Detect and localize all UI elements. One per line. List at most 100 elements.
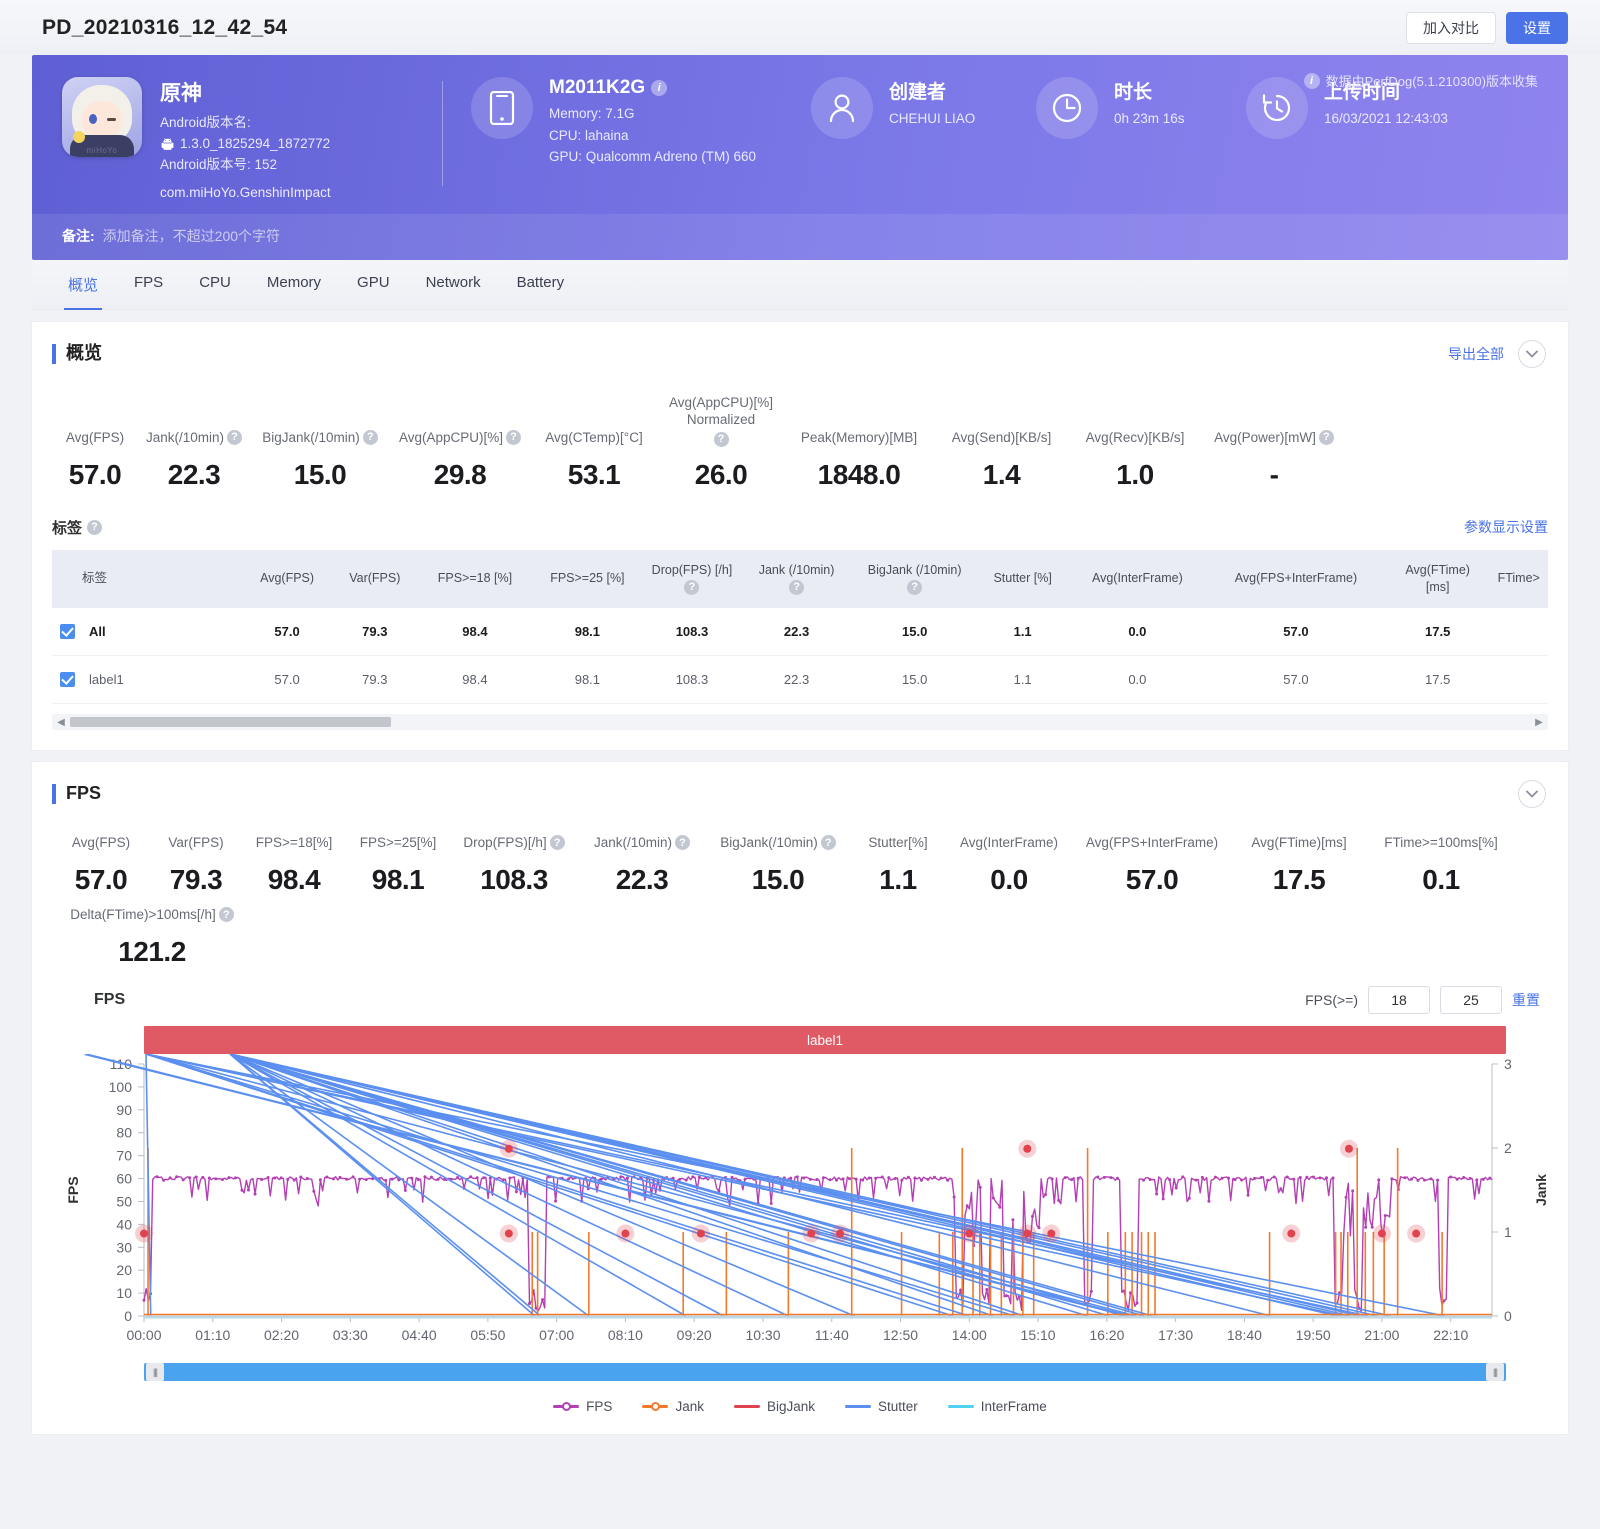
note-row[interactable]: 备注: 添加备注，不超过200个字符 bbox=[32, 214, 1568, 260]
help-icon[interactable]: ? bbox=[714, 432, 729, 447]
param-display-settings-link[interactable]: 参数显示设置 bbox=[1464, 517, 1548, 537]
help-icon[interactable]: ? bbox=[907, 580, 922, 595]
add-to-compare-button[interactable]: 加入对比 bbox=[1406, 12, 1496, 44]
column-header-label: FPS>=25 [%] bbox=[550, 571, 624, 585]
help-icon[interactable]: ? bbox=[675, 835, 690, 850]
tab-CPU[interactable]: CPU bbox=[181, 274, 249, 309]
help-icon[interactable]: ? bbox=[363, 430, 378, 445]
legend-item-interframe[interactable]: InterFrame bbox=[948, 1399, 1047, 1414]
metric-avg-send-kb-s-: Avg(Send)[KB/s]1.4 bbox=[934, 429, 1069, 491]
column-header[interactable]: Jank (/10min)? bbox=[740, 550, 852, 608]
note-placeholder[interactable]: 添加备注，不超过200个字符 bbox=[103, 226, 280, 246]
legend-item-stutter[interactable]: Stutter bbox=[845, 1399, 918, 1414]
scrollbar-thumb[interactable] bbox=[70, 717, 391, 727]
column-header[interactable]: Stutter [%] bbox=[977, 550, 1069, 608]
chart-label-band[interactable]: label1 bbox=[144, 1026, 1506, 1054]
table-row[interactable]: label157.079.398.498.1108.322.315.01.10.… bbox=[52, 656, 1548, 704]
help-icon[interactable]: ? bbox=[821, 835, 836, 850]
settings-button[interactable]: 设置 bbox=[1506, 12, 1568, 44]
svg-text:21:00: 21:00 bbox=[1364, 1327, 1399, 1343]
collapse-fps-button[interactable] bbox=[1518, 780, 1546, 808]
help-icon[interactable]: ? bbox=[219, 907, 234, 922]
svg-text:05:50: 05:50 bbox=[470, 1327, 505, 1343]
labels-table-wrap: 标签Avg(FPS)Var(FPS)FPS>=18 [%] FPS>=25 [%]… bbox=[32, 538, 1568, 704]
upload-value: 16/03/2021 12:43:03 bbox=[1324, 108, 1448, 130]
tab-Memory[interactable]: Memory bbox=[249, 274, 339, 309]
column-header[interactable]: FPS>=25 [%] bbox=[531, 550, 643, 608]
help-icon[interactable]: ? bbox=[1319, 430, 1334, 445]
tab-FPS[interactable]: FPS bbox=[116, 274, 181, 309]
help-icon[interactable]: ? bbox=[684, 580, 699, 595]
svg-text:03:30: 03:30 bbox=[333, 1327, 368, 1343]
scroll-left-icon[interactable]: ◀ bbox=[52, 717, 70, 728]
svg-text:40: 40 bbox=[116, 1216, 132, 1232]
export-all-link[interactable]: 导出全部 bbox=[1448, 344, 1504, 364]
legend-item-fps[interactable]: FPS bbox=[553, 1399, 612, 1414]
chart-range-slider[interactable]: ||| ||| bbox=[144, 1363, 1506, 1381]
column-header[interactable]: Drop(FPS) [/h]? bbox=[644, 550, 741, 608]
column-header[interactable]: FTime> bbox=[1489, 550, 1548, 608]
tab-GPU[interactable]: GPU bbox=[339, 274, 408, 309]
collapse-overview-button[interactable] bbox=[1518, 340, 1546, 368]
svg-text:10: 10 bbox=[116, 1285, 132, 1301]
svg-text:12:50: 12:50 bbox=[883, 1327, 918, 1343]
column-header[interactable]: Avg(FPS+InterFrame) bbox=[1206, 550, 1386, 608]
metric-value: 79.3 bbox=[156, 864, 236, 896]
fps-threshold-low-input[interactable] bbox=[1368, 986, 1430, 1014]
metric-label: Avg(InterFrame) bbox=[960, 834, 1058, 852]
metric-value: 57.0 bbox=[58, 864, 144, 896]
table-cell: 17.5 bbox=[1386, 608, 1489, 656]
android-version-code: Android版本号: 152 bbox=[160, 155, 331, 176]
fps-threshold-high-input[interactable] bbox=[1440, 986, 1502, 1014]
help-icon[interactable]: ? bbox=[789, 580, 804, 595]
help-icon[interactable]: ? bbox=[550, 835, 565, 850]
column-header[interactable]: 标签 bbox=[52, 550, 243, 608]
duration-block: 时长 0h 23m 16s bbox=[1036, 77, 1246, 139]
table-row[interactable]: All57.079.398.498.1108.322.315.01.10.057… bbox=[52, 608, 1548, 656]
metric-label: Avg(CTemp)[°C] bbox=[545, 429, 642, 447]
range-slider-left-handle[interactable]: ||| bbox=[146, 1363, 164, 1381]
legend-item-jank[interactable]: Jank bbox=[642, 1399, 704, 1414]
creator-block: 创建者 CHEHUI LIAO bbox=[811, 77, 1036, 139]
metric-jank-10min-: Jank(/10min)?22.3 bbox=[138, 429, 250, 491]
help-icon[interactable]: ? bbox=[227, 430, 242, 445]
column-header-label: FTime> bbox=[1498, 571, 1540, 585]
legend-label: BigJank bbox=[767, 1399, 815, 1414]
row-checkbox[interactable] bbox=[60, 624, 75, 639]
table-cell: 98.4 bbox=[419, 656, 531, 704]
table-cell: 57.0 bbox=[1206, 656, 1386, 704]
tab-概览[interactable]: 概览 bbox=[50, 274, 116, 309]
row-checkbox[interactable] bbox=[60, 672, 75, 687]
legend-item-bigjank[interactable]: BigJank bbox=[734, 1399, 815, 1414]
tab-Battery[interactable]: Battery bbox=[499, 274, 583, 309]
column-header[interactable]: Avg(InterFrame) bbox=[1069, 550, 1206, 608]
fps-chart[interactable]: 01020304050607080901001100123FPSJank00:0… bbox=[32, 1054, 1568, 1359]
column-header[interactable]: FPS>=18 [%] bbox=[419, 550, 531, 608]
metric-value: 57.0 bbox=[58, 459, 132, 491]
column-header[interactable]: BigJank (/10min)? bbox=[853, 550, 977, 608]
android-version-name: 1.3.0_1825294_1872772 bbox=[180, 134, 330, 155]
fps-chart-svg[interactable]: 01020304050607080901001100123FPSJank00:0… bbox=[52, 1054, 1588, 1354]
svg-text:10:30: 10:30 bbox=[745, 1327, 780, 1343]
device-info-icon[interactable]: i bbox=[651, 80, 667, 96]
labels-table-scrollbar[interactable]: ◀ ▶ bbox=[52, 714, 1548, 730]
help-icon[interactable]: ? bbox=[506, 430, 521, 445]
main-tabs: 概览FPSCPUMemoryGPUNetworkBattery bbox=[32, 260, 1568, 310]
column-header[interactable]: Avg(FTime) [ms] bbox=[1386, 550, 1489, 608]
scroll-right-icon[interactable]: ▶ bbox=[1530, 717, 1548, 728]
help-icon[interactable]: ? bbox=[87, 520, 102, 535]
column-header[interactable]: Var(FPS) bbox=[331, 550, 419, 608]
svg-text:00:00: 00:00 bbox=[126, 1327, 161, 1343]
tab-Network[interactable]: Network bbox=[408, 274, 499, 309]
legend-swatch bbox=[845, 1405, 871, 1408]
table-cell: 57.0 bbox=[243, 656, 331, 704]
hero-divider bbox=[442, 81, 443, 186]
column-header[interactable]: Avg(FPS) bbox=[243, 550, 331, 608]
reset-link[interactable]: 重置 bbox=[1512, 990, 1540, 1010]
info-icon: i bbox=[1304, 73, 1320, 89]
android-version-name-label: Android版本名: bbox=[160, 113, 331, 134]
metric-value: 17.5 bbox=[1238, 864, 1360, 896]
metric-value: 22.3 bbox=[144, 459, 244, 491]
range-slider-right-handle[interactable]: ||| bbox=[1486, 1363, 1504, 1381]
column-header-label: Stutter [%] bbox=[993, 571, 1051, 585]
